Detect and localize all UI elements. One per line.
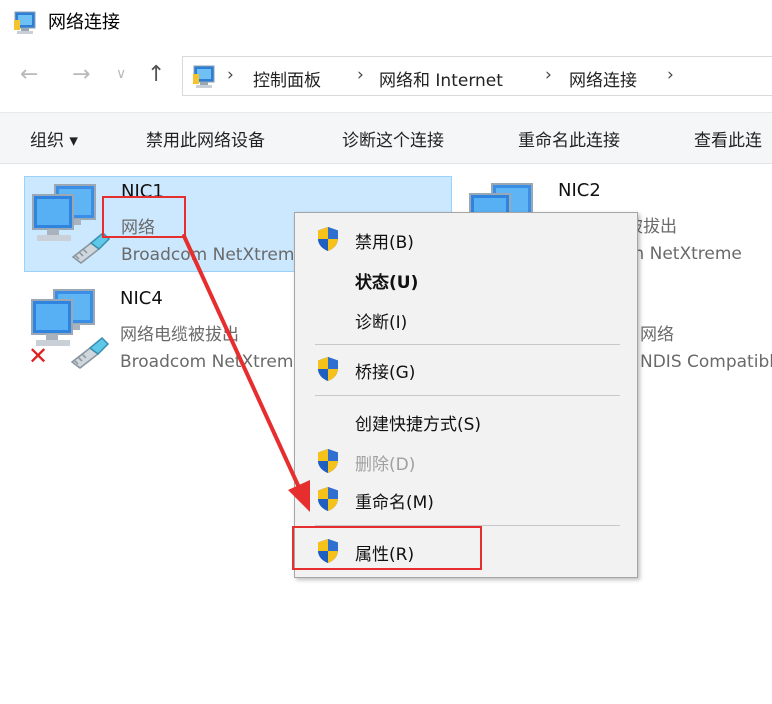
annotation-arrow <box>182 234 310 512</box>
